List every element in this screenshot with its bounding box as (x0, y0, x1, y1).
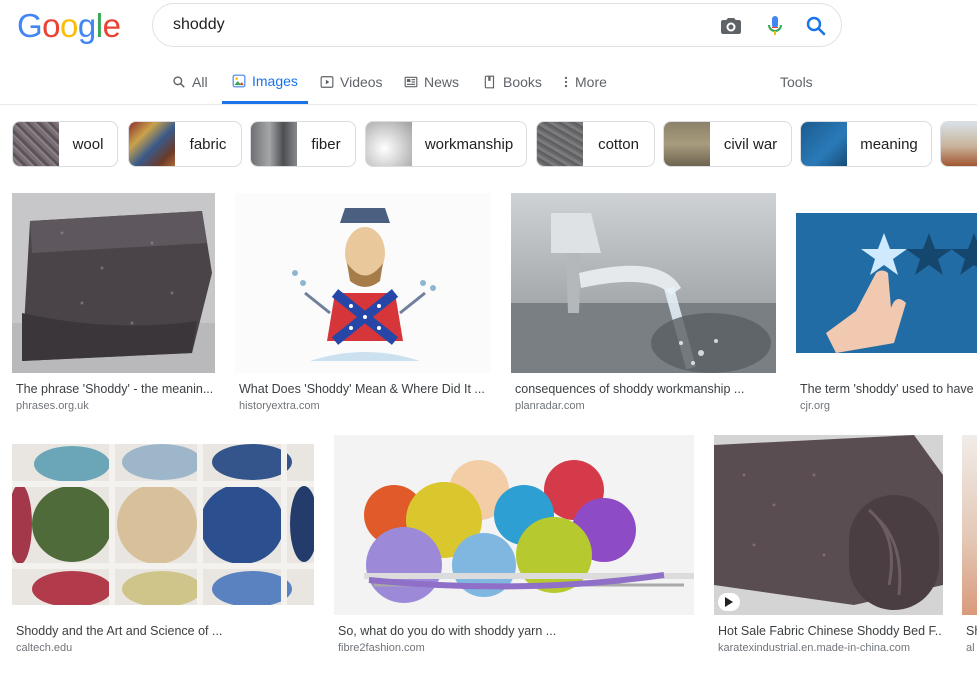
chip-label: cotton (598, 135, 639, 153)
microphone-icon[interactable] (763, 14, 787, 38)
result-source[interactable]: historyextra.com (239, 400, 489, 412)
chip-civil-war[interactable]: civil war (663, 121, 792, 167)
chip-workmanship[interactable]: workmanship (365, 121, 527, 167)
result-image[interactable] (12, 444, 314, 605)
image-result[interactable]: So, what do you do with shoddy yarn ... … (334, 435, 694, 664)
chip-label: meaning (860, 135, 918, 153)
tab-label: More (575, 74, 607, 90)
result-source[interactable]: al (966, 642, 977, 654)
chip-label: civil war (723, 135, 778, 153)
result-image[interactable] (714, 435, 943, 615)
chip-meaning[interactable]: meaning (800, 121, 932, 167)
chip-wool[interactable]: wool (12, 121, 118, 167)
play-icon[interactable] (718, 593, 740, 611)
google-logo[interactable]: Google (17, 6, 121, 46)
result-image[interactable] (334, 435, 694, 615)
result-title[interactable]: So, what do you do with shoddy yarn ... (338, 624, 692, 638)
tab-label: Books (503, 74, 542, 90)
news-icon (404, 76, 418, 88)
result-source[interactable]: cjr.org (800, 400, 977, 412)
search-icon (173, 76, 185, 88)
tab-label: News (424, 74, 460, 90)
image-result[interactable]: Sh al (962, 435, 977, 664)
tab-images[interactable]: Images (222, 60, 308, 104)
video-icon (320, 76, 334, 88)
result-image[interactable] (12, 193, 215, 373)
chip-fabric[interactable]: fabric (128, 121, 242, 167)
result-title[interactable]: consequences of shoddy workmanship ... (515, 382, 773, 396)
tools-label: Tools (780, 74, 813, 90)
chip-thumbnail (129, 122, 175, 166)
result-image[interactable] (962, 435, 977, 615)
result-source[interactable]: caltech.edu (16, 642, 312, 654)
result-source[interactable]: phrases.org.uk (16, 400, 212, 412)
tools-button[interactable]: Tools (780, 60, 813, 104)
chip-cotton[interactable]: cotton (536, 121, 655, 167)
tab-more[interactable]: More (563, 60, 607, 104)
search-tabs: All Images Videos News Books More Tools (0, 60, 977, 105)
image-result[interactable]: Hot Sale Fabric Chinese Shoddy Bed F... … (714, 435, 944, 664)
search-box[interactable]: shoddy (152, 3, 842, 47)
tab-books[interactable]: Books (483, 60, 542, 104)
chip-label: wool (72, 135, 104, 153)
result-title[interactable]: Hot Sale Fabric Chinese Shoddy Bed F... (718, 624, 942, 638)
chip-label: fabric (189, 135, 227, 153)
result-title[interactable]: Sh (966, 624, 977, 638)
tab-videos[interactable]: Videos (320, 60, 383, 104)
chip-thumbnail (801, 122, 847, 166)
image-result[interactable]: Shoddy and the Art and Science of ... ca… (12, 444, 314, 664)
image-result[interactable]: The phrase 'Shoddy' - the meanin... phra… (12, 193, 216, 423)
result-title[interactable]: What Does 'Shoddy' Mean & Where Did It .… (239, 382, 489, 396)
tab-label: All (192, 74, 208, 90)
chip-thumbnail (366, 122, 412, 166)
result-source[interactable]: fibre2fashion.com (338, 642, 692, 654)
chip-thumbnail (941, 122, 977, 166)
result-source[interactable]: karatexindustrial.en.made-in-china.com (718, 642, 942, 654)
image-result[interactable]: The term 'shoddy' used to have a cjr.org (796, 193, 977, 423)
search-icon[interactable] (804, 14, 828, 38)
tab-all[interactable]: All (172, 60, 208, 104)
book-icon (484, 75, 495, 89)
chip-thumbnail (537, 122, 583, 166)
result-image[interactable] (796, 193, 977, 373)
result-source[interactable]: planradar.com (515, 400, 773, 412)
result-title[interactable]: Shoddy and the Art and Science of ... (16, 624, 312, 638)
chip-label: fiber (311, 135, 341, 153)
image-result[interactable]: consequences of shoddy workmanship ... p… (511, 193, 776, 423)
chip-thumbnail (664, 122, 710, 166)
image-result[interactable]: What Does 'Shoddy' Mean & Where Did It .… (235, 193, 491, 423)
search-input[interactable]: shoddy (173, 16, 225, 34)
result-image[interactable] (511, 193, 776, 373)
image-icon (232, 74, 246, 87)
tab-news[interactable]: News (404, 60, 459, 104)
result-image[interactable] (235, 193, 491, 373)
result-title[interactable]: The term 'shoddy' used to have a (800, 382, 977, 396)
more-dots-icon (564, 76, 568, 88)
chip-more-partial[interactable] (940, 121, 977, 167)
tab-label: Images (252, 72, 298, 89)
result-title[interactable]: The phrase 'Shoddy' - the meanin... (16, 382, 212, 396)
chip-fiber[interactable]: fiber (250, 121, 356, 167)
chip-label: workmanship (424, 135, 514, 153)
tab-label: Videos (340, 74, 383, 90)
chip-thumbnail (13, 122, 59, 166)
chip-thumbnail (251, 122, 297, 166)
camera-icon[interactable] (719, 14, 743, 38)
